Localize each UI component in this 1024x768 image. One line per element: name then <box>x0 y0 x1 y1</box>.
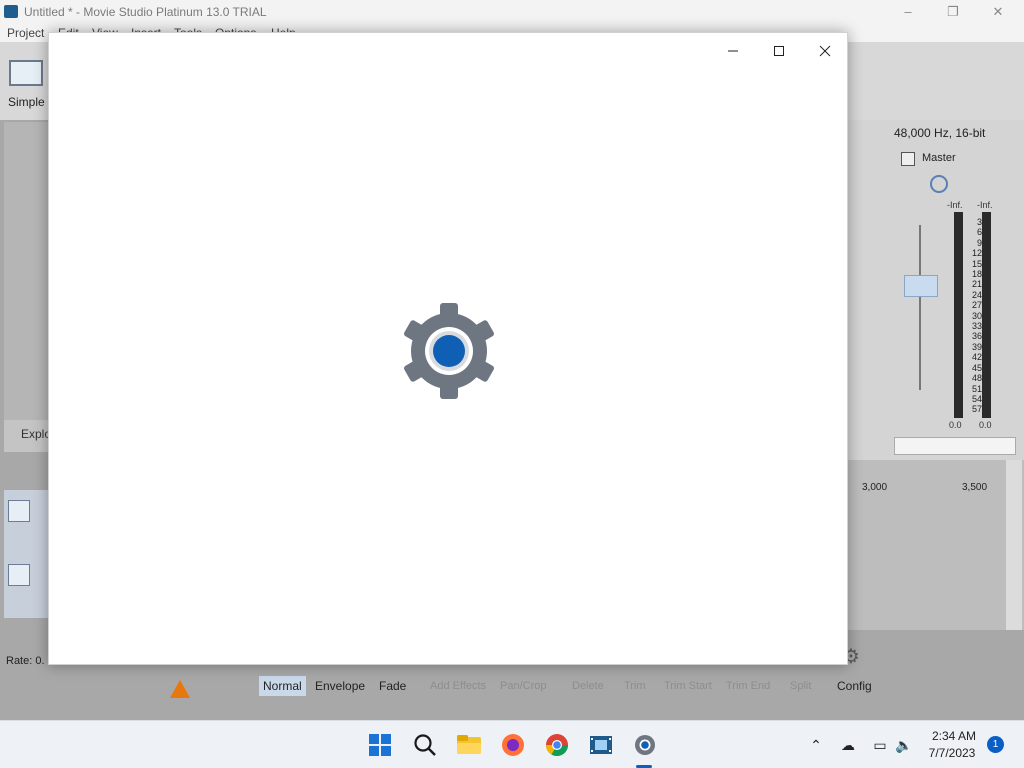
add-effects-button[interactable]: Add Effects <box>430 680 486 692</box>
scale-label: 51 <box>971 383 982 394</box>
config-button[interactable]: Config <box>837 679 872 693</box>
close-icon <box>819 45 831 57</box>
fader-track <box>919 225 921 390</box>
scale-label: 45 <box>971 362 982 373</box>
scale-label: 27 <box>971 300 982 311</box>
master-fader[interactable] <box>904 275 938 297</box>
pan-crop-button[interactable]: Pan/Crop <box>500 680 546 692</box>
scale-label: 6 <box>976 227 982 238</box>
scale-label: 3 <box>976 217 982 227</box>
video-track-icon[interactable] <box>8 500 30 522</box>
mixer-slider[interactable] <box>894 437 1016 455</box>
clock-date[interactable]: 7/7/2023 <box>922 746 982 760</box>
taskbar: ⌃ ☁ ▭ 🔈 2:34 AM 7/7/2023 1 <box>0 720 1024 768</box>
settings-gear-icon <box>404 303 494 399</box>
master-bus-icon[interactable] <box>901 152 915 166</box>
maximize-icon <box>774 46 784 56</box>
scale-label: 33 <box>971 321 982 332</box>
scale-label: 48 <box>971 373 982 384</box>
settings-splash-window <box>48 32 848 665</box>
scale-label: 12 <box>971 248 982 259</box>
fade-mode-button[interactable]: Fade <box>379 679 406 693</box>
onedrive-offline-icon[interactable]: ☁ <box>838 735 858 755</box>
clock-time[interactable]: 2:34 AM <box>926 729 982 743</box>
audio-track-icon[interactable] <box>8 564 30 586</box>
rate-label: Rate: 0. <box>6 655 45 667</box>
split-button[interactable]: Split <box>790 680 811 692</box>
scale-label: 39 <box>971 341 982 352</box>
audio-format: 48,000 Hz, 16-bit <box>894 126 986 140</box>
app-titlebar: Untitled * - Movie Studio Platinum 13.0 … <box>0 0 1024 24</box>
meter-scale: 3 6 9 12 15 18 21 24 27 30 33 36 39 42 4… <box>966 217 982 415</box>
scale-label: 18 <box>971 269 982 280</box>
app-minimize-button[interactable]: – <box>890 2 926 22</box>
volume-icon[interactable]: 🔈 <box>894 735 914 755</box>
timeline-scrollbar[interactable] <box>1006 460 1022 630</box>
explorer-panel <box>4 122 48 422</box>
explorer-tab-label: Explo <box>21 427 52 441</box>
timeline-tick: 3,500 <box>962 482 988 493</box>
movie-studio-app-icon <box>4 5 18 18</box>
minimize-icon <box>728 50 738 52</box>
movie-studio-icon[interactable] <box>587 731 615 759</box>
menu-project[interactable]: Project <box>7 26 44 40</box>
scale-label: 21 <box>971 279 982 290</box>
chrome-icon[interactable] <box>543 731 571 759</box>
trim-start-button[interactable]: Trim Start <box>664 680 712 692</box>
master-label: Master <box>922 152 956 164</box>
network-icon[interactable]: ▭ <box>870 735 890 755</box>
desktop: Untitled * - Movie Studio Platinum 13.0 … <box>0 0 1024 768</box>
start-icon[interactable] <box>366 731 394 759</box>
search-icon[interactable] <box>411 731 439 759</box>
mute-icon[interactable] <box>930 175 948 193</box>
meter-value-left: 0.0 <box>949 420 962 430</box>
meter-peak-right: -Inf. <box>977 200 993 210</box>
app-close-button[interactable]: ✕ <box>980 2 1016 22</box>
trim-button[interactable]: Trim <box>624 680 646 692</box>
scale-label: 54 <box>971 393 982 404</box>
scale-label: 30 <box>971 310 982 321</box>
warning-icon <box>170 680 190 698</box>
scale-label: 9 <box>976 237 982 248</box>
splash-maximize-button[interactable] <box>757 37 801 65</box>
scale-label: 42 <box>971 352 982 363</box>
meter-left <box>954 212 963 418</box>
timeline-tick: 3,000 <box>862 482 888 493</box>
app-title: Untitled * - Movie Studio Platinum 13.0 … <box>24 5 267 19</box>
meter-peak-left: -Inf. <box>947 200 963 210</box>
simple-label: Simple <box>8 95 45 109</box>
tray-overflow-icon[interactable]: ⌃ <box>806 735 826 755</box>
simple-layout-icon[interactable] <box>9 60 43 86</box>
master-mixer-panel: 48,000 Hz, 16-bit Master -Inf. -Inf. 3 6… <box>848 120 1024 460</box>
settings-icon[interactable] <box>631 731 659 759</box>
firefox-icon[interactable] <box>499 731 527 759</box>
meter-value-right: 0.0 <box>979 420 992 430</box>
scale-label: 57 <box>971 404 982 415</box>
trim-end-button[interactable]: Trim End <box>726 680 770 692</box>
normal-mode-button[interactable]: Normal <box>259 676 306 696</box>
splash-minimize-button[interactable] <box>711 37 755 65</box>
track-headers <box>4 490 48 618</box>
meter-right <box>982 212 991 418</box>
file-explorer-icon[interactable] <box>455 731 483 759</box>
timeline-area: 3,000 3,500 <box>848 460 1024 630</box>
scale-label: 15 <box>971 258 982 269</box>
delete-button[interactable]: Delete <box>572 680 604 692</box>
notification-badge[interactable]: 1 <box>987 736 1004 753</box>
scale-label: 36 <box>971 331 982 342</box>
envelope-mode-button[interactable]: Envelope <box>315 679 365 693</box>
explorer-tab[interactable]: Explo <box>4 420 52 452</box>
splash-close-button[interactable] <box>803 37 847 65</box>
app-maximize-button[interactable]: ❐ <box>935 2 971 22</box>
scale-label: 24 <box>971 289 982 300</box>
